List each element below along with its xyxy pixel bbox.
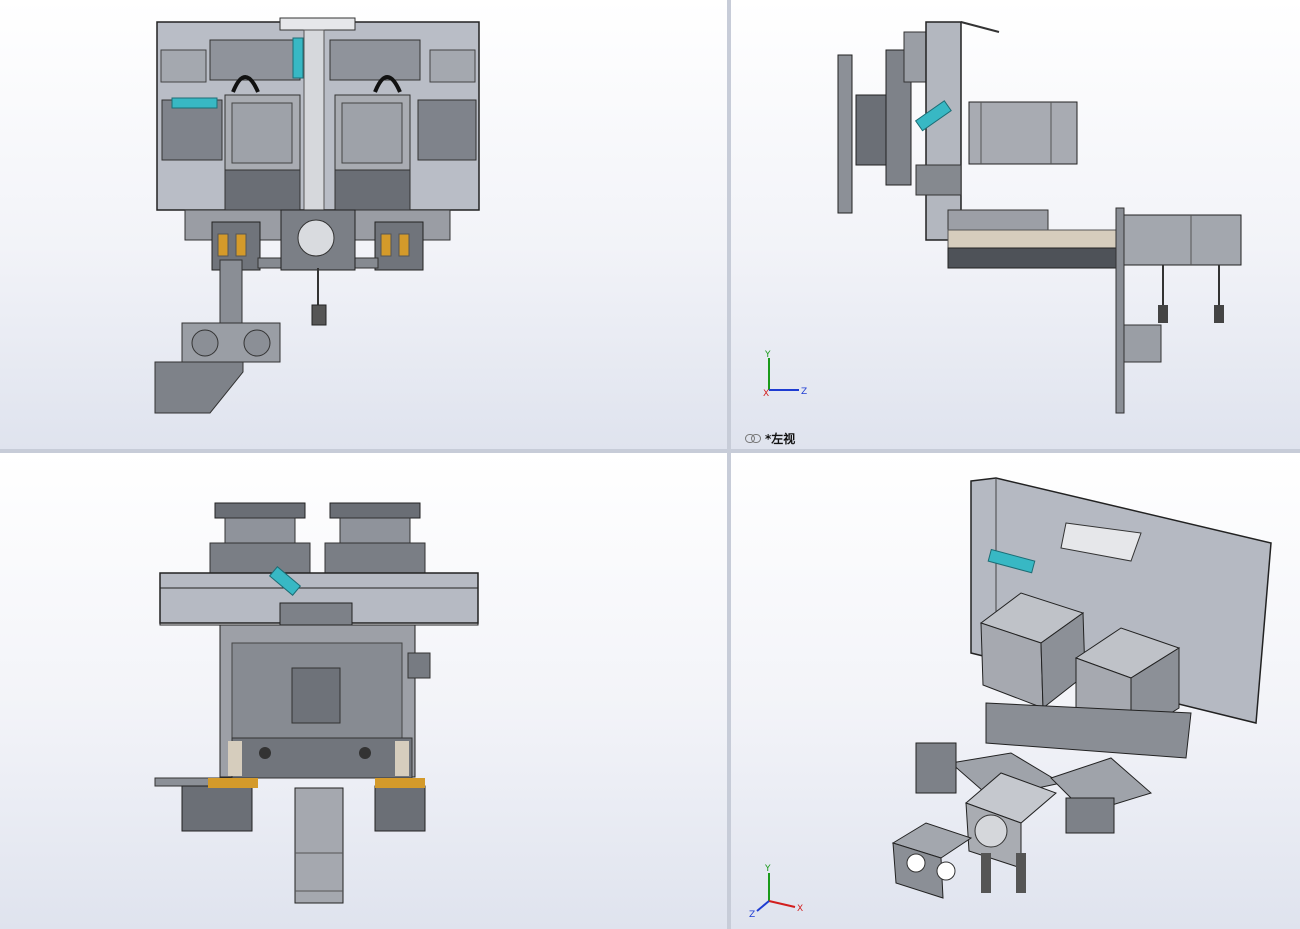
view-name-label: *左视 <box>745 430 795 447</box>
svg-text:Z: Z <box>801 387 807 397</box>
left-view-model <box>837 21 1242 414</box>
viewport-left[interactable]: Y Z X *左视 <box>731 0 1300 449</box>
view-name: *左视 <box>765 432 796 446</box>
link-icon <box>745 434 761 443</box>
svg-text:Y: Y <box>764 864 771 874</box>
viewport-front[interactable] <box>0 0 727 449</box>
axis-triad-icon: Y X Z <box>749 864 803 919</box>
front-view-model <box>154 17 480 414</box>
viewport-top[interactable] <box>0 453 727 929</box>
svg-text:X: X <box>763 389 769 398</box>
svg-text:Z: Z <box>749 910 755 919</box>
svg-text:Y: Y <box>764 350 771 360</box>
axis-triad-icon: Y Z X <box>763 350 807 398</box>
isometric-view-model <box>891 477 1272 899</box>
svg-text:X: X <box>797 904 803 914</box>
top-view-model <box>154 502 479 904</box>
viewport-isometric[interactable]: Y X Z <box>731 453 1300 929</box>
